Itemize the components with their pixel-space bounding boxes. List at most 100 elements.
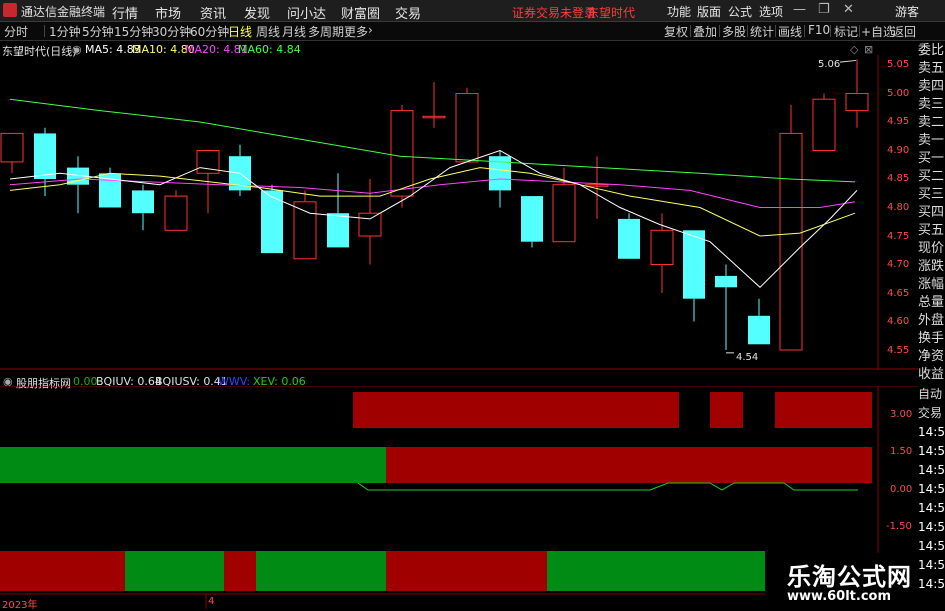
sidebar-item: 买四: [918, 205, 945, 220]
sidebar2-item: 14:56: [918, 501, 945, 515]
tab-60min[interactable]: 60分钟: [190, 23, 229, 40]
toolbar-separator: [775, 25, 776, 37]
upper-signal-bar: [710, 392, 743, 428]
restore-icon[interactable]: ❐: [818, 2, 830, 17]
menu-function[interactable]: 功能: [667, 3, 691, 20]
tab-multi-period[interactable]: 多周期: [308, 23, 344, 40]
multi-stock-button[interactable]: 多股: [722, 23, 746, 40]
menu-market[interactable]: 市场: [155, 3, 181, 22]
indicator-tick-label: -1.50: [886, 521, 912, 532]
menu-formula[interactable]: 公式: [728, 3, 752, 20]
sidebar2-item: 14:56: [918, 520, 945, 534]
restore-right-button[interactable]: 复权: [664, 23, 688, 40]
sidebar-item: 外盘: [918, 313, 945, 328]
price-tick-label: 4.65: [887, 287, 910, 299]
menu-options[interactable]: 选项: [759, 3, 783, 20]
ma60-line: [9, 98, 856, 183]
sidebar-item: 总量: [918, 295, 945, 310]
trade-time-sidebar: 自动交易 14:56 14:56 14:56 14:56 14:56 14:56 14:56 1…: [918, 385, 945, 609]
menu-news[interactable]: 资讯: [200, 3, 226, 22]
bottom-signal-bar: [125, 551, 224, 591]
tab-monthly[interactable]: 月线: [282, 23, 306, 40]
toolbar-separator: [690, 25, 691, 37]
overlay-button[interactable]: 叠加: [693, 23, 717, 40]
quote-sidebar: 委比 卖五 卖四 卖三 卖二 卖一 买一 买二 买三 买四 买五 现价 涨跌 涨幅 总量 外盘 换手 净资 收益: [918, 41, 945, 383]
f10-button[interactable]: F10: [808, 23, 830, 37]
watermark-box: 乐淘公式网 www.60lt.com: [765, 553, 918, 609]
tab-1min[interactable]: 1分钟: [49, 23, 81, 40]
candle-body: [293, 201, 317, 260]
price-tick-label: 4.90: [887, 144, 910, 156]
menu-trade[interactable]: 交易: [395, 3, 421, 22]
bottom-signal-bar: [256, 551, 386, 591]
toolbar-separator: [859, 25, 860, 37]
bottom-signal-bar: [386, 551, 547, 591]
ma5-line: [9, 149, 858, 288]
watermark-url: www.60lt.com: [787, 589, 892, 604]
candle-body: [748, 315, 770, 345]
statistics-button[interactable]: 统计: [750, 23, 774, 40]
sidebar-item: 卖一: [918, 133, 945, 148]
tab-30min[interactable]: 30分钟: [152, 23, 191, 40]
tab-5min[interactable]: 5分钟: [82, 23, 114, 40]
draw-line-button[interactable]: 画线: [778, 23, 802, 40]
back-button[interactable]: 返回: [892, 23, 916, 40]
indicator-tick-label: 1.50: [890, 446, 913, 457]
sidebar2-item: 14:56: [918, 425, 945, 439]
toolbar-separator: [747, 25, 748, 37]
tab-weekly[interactable]: 周线: [256, 23, 280, 40]
tab-intraday[interactable]: 分时: [4, 23, 28, 40]
xev-line: [357, 482, 858, 491]
sidebar2-item: 交易: [918, 406, 943, 420]
trade-login-warning: 证券交易未登录: [512, 6, 597, 20]
sidebar2-item: 14:56: [918, 539, 945, 553]
candle-body: [618, 218, 640, 259]
candle-body: [34, 133, 56, 179]
toolbar-separator: [889, 25, 890, 37]
watermark-title: 乐淘公式网: [787, 563, 912, 591]
candle-body: [683, 230, 705, 299]
indicator-tick-label: 0.00: [890, 484, 913, 495]
high-price-annotation: 5.06: [818, 59, 841, 70]
sidebar2-item: 14:56: [918, 463, 945, 477]
price-tick-label: 4.60: [887, 316, 910, 328]
upper-signal-bar: [353, 392, 679, 428]
sidebar-item: 买一: [918, 151, 945, 166]
price-tick-label: 4.80: [887, 202, 910, 213]
price-tick-label: 5.00: [887, 87, 910, 99]
candlestick-chart: [0, 55, 918, 370]
mark-button[interactable]: 标记: [834, 23, 858, 40]
middle-signal-bar-red: [386, 447, 872, 483]
sidebar2-item: 14:56: [918, 558, 945, 572]
menu-layout[interactable]: 版面: [697, 3, 721, 20]
menu-ask[interactable]: 问小达: [287, 3, 326, 22]
price-tick-label: 4.75: [887, 230, 910, 242]
sidebar-item: 买二: [918, 169, 945, 184]
toolbar-separator: [804, 25, 805, 37]
sidebar-item: 收益: [918, 367, 945, 382]
sidebar-item: 卖二: [918, 115, 945, 130]
app-logo-icon: [3, 3, 17, 17]
bottom-signal-bar: [0, 551, 125, 591]
menu-discover[interactable]: 发现: [244, 3, 270, 22]
sidebar2-item: 14:56: [918, 577, 945, 591]
high-annotation-line: [839, 59, 857, 63]
tab-more[interactable]: 更多: [344, 23, 368, 40]
minimize-icon[interactable]: —: [793, 2, 806, 17]
candle-body: [521, 196, 543, 242]
sidebar-item: 买三: [918, 187, 945, 202]
sidebar-item: 涨跌: [918, 259, 945, 274]
candle-body: [390, 110, 414, 197]
bottom-signal-bar: [547, 551, 765, 591]
chevron-right-icon[interactable]: ›: [368, 23, 373, 37]
tab-daily[interactable]: 日线: [228, 23, 252, 40]
guest-login[interactable]: 游客: [895, 3, 919, 20]
close-icon[interactable]: ✕: [843, 2, 854, 17]
sidebar-item: 买五: [918, 223, 945, 238]
candle-body: [327, 213, 349, 248]
menu-wealth[interactable]: 财富圈: [341, 3, 380, 22]
tab-15min[interactable]: 15分钟: [114, 23, 153, 40]
sidebar-item: 委比: [918, 43, 945, 58]
menu-quotes[interactable]: 行情: [112, 3, 138, 22]
sidebar-item: 净资: [918, 349, 945, 364]
